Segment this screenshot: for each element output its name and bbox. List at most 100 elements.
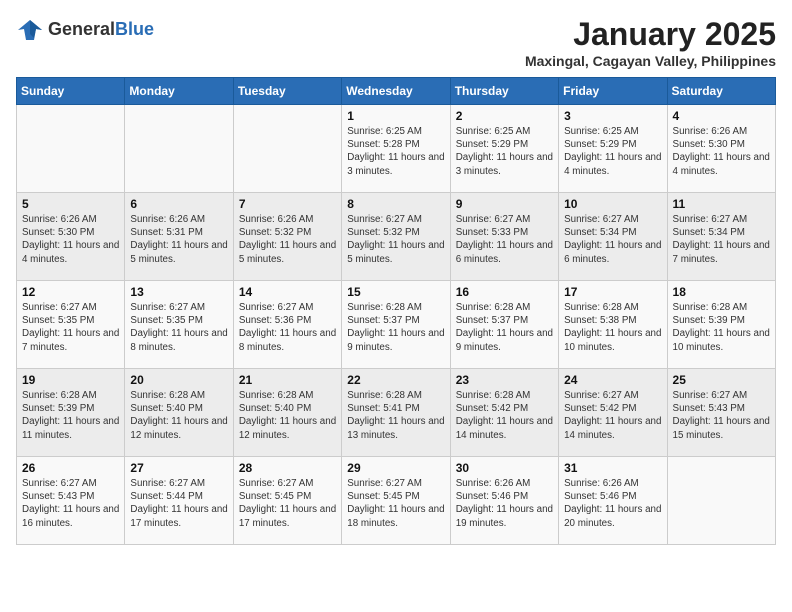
day-info: Sunrise: 6:27 AM Sunset: 5:36 PM Dayligh… <box>239 301 336 354</box>
day-number: 3 <box>564 109 661 123</box>
day-cell-2-4: 8 Sunrise: 6:27 AM Sunset: 5:32 PM Daylig… <box>342 193 450 281</box>
day-number: 23 <box>456 373 553 387</box>
day-cell-3-4: 15Sunrise: 6:28 AM Sunset: 5:37 PM Dayli… <box>342 281 450 369</box>
day-number: 16 <box>456 285 553 299</box>
day-number: 10 <box>564 197 661 211</box>
day-cell-5-3: 28 Sunrise: 6:27 AM Sunset: 5:45 PM Dayli… <box>233 457 341 545</box>
day-number: 14 <box>239 285 336 299</box>
day-info: Sunrise: 6:27 AM Sunset: 5:43 PM Dayligh… <box>673 389 770 442</box>
day-cell-1-3 <box>233 105 341 193</box>
day-cell-1-5: 2 Sunrise: 6:25 AM Sunset: 5:29 PM Daylig… <box>450 105 558 193</box>
week-row-2: 5 Sunrise: 6:26 AM Sunset: 5:30 PM Daylig… <box>17 193 776 281</box>
day-number: 7 <box>239 197 336 211</box>
day-cell-3-5: 16 Sunrise: 6:28 AM Sunset: 5:37 PM Dayli… <box>450 281 558 369</box>
day-number: 13 <box>130 285 227 299</box>
day-number: 5 <box>22 197 119 211</box>
day-info: Sunrise: 6:28 AM Sunset: 5:42 PM Dayligh… <box>456 389 553 442</box>
day-number: 29 <box>347 461 444 475</box>
day-info: Sunrise: 6:28 AM Sunset: 5:40 PM Dayligh… <box>130 389 227 442</box>
day-number: 12 <box>22 285 119 299</box>
day-cell-2-1: 5 Sunrise: 6:26 AM Sunset: 5:30 PM Daylig… <box>17 193 125 281</box>
day-number: 25 <box>673 373 770 387</box>
day-info: Sunrise: 6:27 AM Sunset: 5:44 PM Dayligh… <box>130 477 227 530</box>
calendar-location: Maxingal, Cagayan Valley, Philippines <box>525 53 776 69</box>
week-row-4: 19Sunrise: 6:28 AM Sunset: 5:39 PM Dayli… <box>17 369 776 457</box>
week-row-5: 26Sunrise: 6:27 AM Sunset: 5:43 PM Dayli… <box>17 457 776 545</box>
header-saturday: Saturday <box>667 78 775 105</box>
page-header: GeneralBlue January 2025 Maxingal, Cagay… <box>16 16 776 69</box>
logo-icon <box>16 16 44 44</box>
day-number: 18 <box>673 285 770 299</box>
logo-text: GeneralBlue <box>48 20 154 40</box>
day-cell-5-5: 30Sunrise: 6:26 AM Sunset: 5:46 PM Dayli… <box>450 457 558 545</box>
day-cell-4-5: 23 Sunrise: 6:28 AM Sunset: 5:42 PM Dayli… <box>450 369 558 457</box>
day-info: Sunrise: 6:26 AM Sunset: 5:30 PM Dayligh… <box>22 213 119 266</box>
calendar-table: Sunday Monday Tuesday Wednesday Thursday… <box>16 77 776 545</box>
day-info: Sunrise: 6:28 AM Sunset: 5:37 PM Dayligh… <box>456 301 553 354</box>
day-number: 30 <box>456 461 553 475</box>
day-info: Sunrise: 6:27 AM Sunset: 5:42 PM Dayligh… <box>564 389 661 442</box>
day-number: 15 <box>347 285 444 299</box>
calendar-title: January 2025 <box>525 16 776 53</box>
day-cell-2-5: 9Sunrise: 6:27 AM Sunset: 5:33 PM Daylig… <box>450 193 558 281</box>
week-row-1: 1 Sunrise: 6:25 AM Sunset: 5:28 PM Daylig… <box>17 105 776 193</box>
day-cell-1-7: 4 Sunrise: 6:26 AM Sunset: 5:30 PM Daylig… <box>667 105 775 193</box>
day-cell-1-6: 3 Sunrise: 6:25 AM Sunset: 5:29 PM Daylig… <box>559 105 667 193</box>
day-info: Sunrise: 6:27 AM Sunset: 5:35 PM Dayligh… <box>130 301 227 354</box>
day-number: 19 <box>22 373 119 387</box>
day-cell-4-6: 24 Sunrise: 6:27 AM Sunset: 5:42 PM Dayli… <box>559 369 667 457</box>
day-info: Sunrise: 6:27 AM Sunset: 5:45 PM Dayligh… <box>239 477 336 530</box>
day-info: Sunrise: 6:26 AM Sunset: 5:30 PM Dayligh… <box>673 125 770 178</box>
day-cell-1-1 <box>17 105 125 193</box>
header-wednesday: Wednesday <box>342 78 450 105</box>
day-info: Sunrise: 6:27 AM Sunset: 5:45 PM Dayligh… <box>347 477 444 530</box>
day-number: 8 <box>347 197 444 211</box>
day-cell-3-2: 13 Sunrise: 6:27 AM Sunset: 5:35 PM Dayli… <box>125 281 233 369</box>
day-cell-5-7 <box>667 457 775 545</box>
day-info: Sunrise: 6:27 AM Sunset: 5:32 PM Dayligh… <box>347 213 444 266</box>
logo: GeneralBlue <box>16 16 154 44</box>
day-info: Sunrise: 6:26 AM Sunset: 5:46 PM Dayligh… <box>564 477 661 530</box>
day-cell-4-4: 22 Sunrise: 6:28 AM Sunset: 5:41 PM Dayli… <box>342 369 450 457</box>
day-number: 21 <box>239 373 336 387</box>
day-info: Sunrise: 6:27 AM Sunset: 5:34 PM Dayligh… <box>673 213 770 266</box>
day-number: 24 <box>564 373 661 387</box>
day-info: Sunrise: 6:25 AM Sunset: 5:29 PM Dayligh… <box>456 125 553 178</box>
day-info: Sunrise: 6:27 AM Sunset: 5:35 PM Dayligh… <box>22 301 119 354</box>
day-cell-5-4: 29 Sunrise: 6:27 AM Sunset: 5:45 PM Dayli… <box>342 457 450 545</box>
day-cell-1-2 <box>125 105 233 193</box>
day-cell-2-3: 7 Sunrise: 6:26 AM Sunset: 5:32 PM Daylig… <box>233 193 341 281</box>
day-number: 1 <box>347 109 444 123</box>
day-info: Sunrise: 6:27 AM Sunset: 5:34 PM Dayligh… <box>564 213 661 266</box>
day-info: Sunrise: 6:27 AM Sunset: 5:33 PM Dayligh… <box>456 213 553 266</box>
week-row-3: 12 Sunrise: 6:27 AM Sunset: 5:35 PM Dayli… <box>17 281 776 369</box>
day-cell-3-3: 14 Sunrise: 6:27 AM Sunset: 5:36 PM Dayli… <box>233 281 341 369</box>
day-number: 4 <box>673 109 770 123</box>
day-cell-3-6: 17Sunrise: 6:28 AM Sunset: 5:38 PM Dayli… <box>559 281 667 369</box>
day-number: 27 <box>130 461 227 475</box>
day-info: Sunrise: 6:25 AM Sunset: 5:29 PM Dayligh… <box>564 125 661 178</box>
day-number: 17 <box>564 285 661 299</box>
day-number: 2 <box>456 109 553 123</box>
day-info: Sunrise: 6:26 AM Sunset: 5:32 PM Dayligh… <box>239 213 336 266</box>
day-cell-4-3: 21Sunrise: 6:28 AM Sunset: 5:40 PM Dayli… <box>233 369 341 457</box>
calendar-body: 1 Sunrise: 6:25 AM Sunset: 5:28 PM Daylig… <box>17 105 776 545</box>
day-number: 22 <box>347 373 444 387</box>
day-info: Sunrise: 6:26 AM Sunset: 5:31 PM Dayligh… <box>130 213 227 266</box>
header-thursday: Thursday <box>450 78 558 105</box>
day-cell-5-2: 27 Sunrise: 6:27 AM Sunset: 5:44 PM Dayli… <box>125 457 233 545</box>
day-number: 26 <box>22 461 119 475</box>
day-cell-5-1: 26Sunrise: 6:27 AM Sunset: 5:43 PM Dayli… <box>17 457 125 545</box>
day-info: Sunrise: 6:25 AM Sunset: 5:28 PM Dayligh… <box>347 125 444 178</box>
day-cell-3-7: 18Sunrise: 6:28 AM Sunset: 5:39 PM Dayli… <box>667 281 775 369</box>
day-number: 31 <box>564 461 661 475</box>
day-cell-2-2: 6Sunrise: 6:26 AM Sunset: 5:31 PM Daylig… <box>125 193 233 281</box>
day-number: 28 <box>239 461 336 475</box>
day-cell-4-7: 25 Sunrise: 6:27 AM Sunset: 5:43 PM Dayli… <box>667 369 775 457</box>
day-cell-2-7: 11 Sunrise: 6:27 AM Sunset: 5:34 PM Dayli… <box>667 193 775 281</box>
header-monday: Monday <box>125 78 233 105</box>
day-number: 11 <box>673 197 770 211</box>
header-tuesday: Tuesday <box>233 78 341 105</box>
day-info: Sunrise: 6:28 AM Sunset: 5:41 PM Dayligh… <box>347 389 444 442</box>
day-cell-5-6: 31 Sunrise: 6:26 AM Sunset: 5:46 PM Dayli… <box>559 457 667 545</box>
